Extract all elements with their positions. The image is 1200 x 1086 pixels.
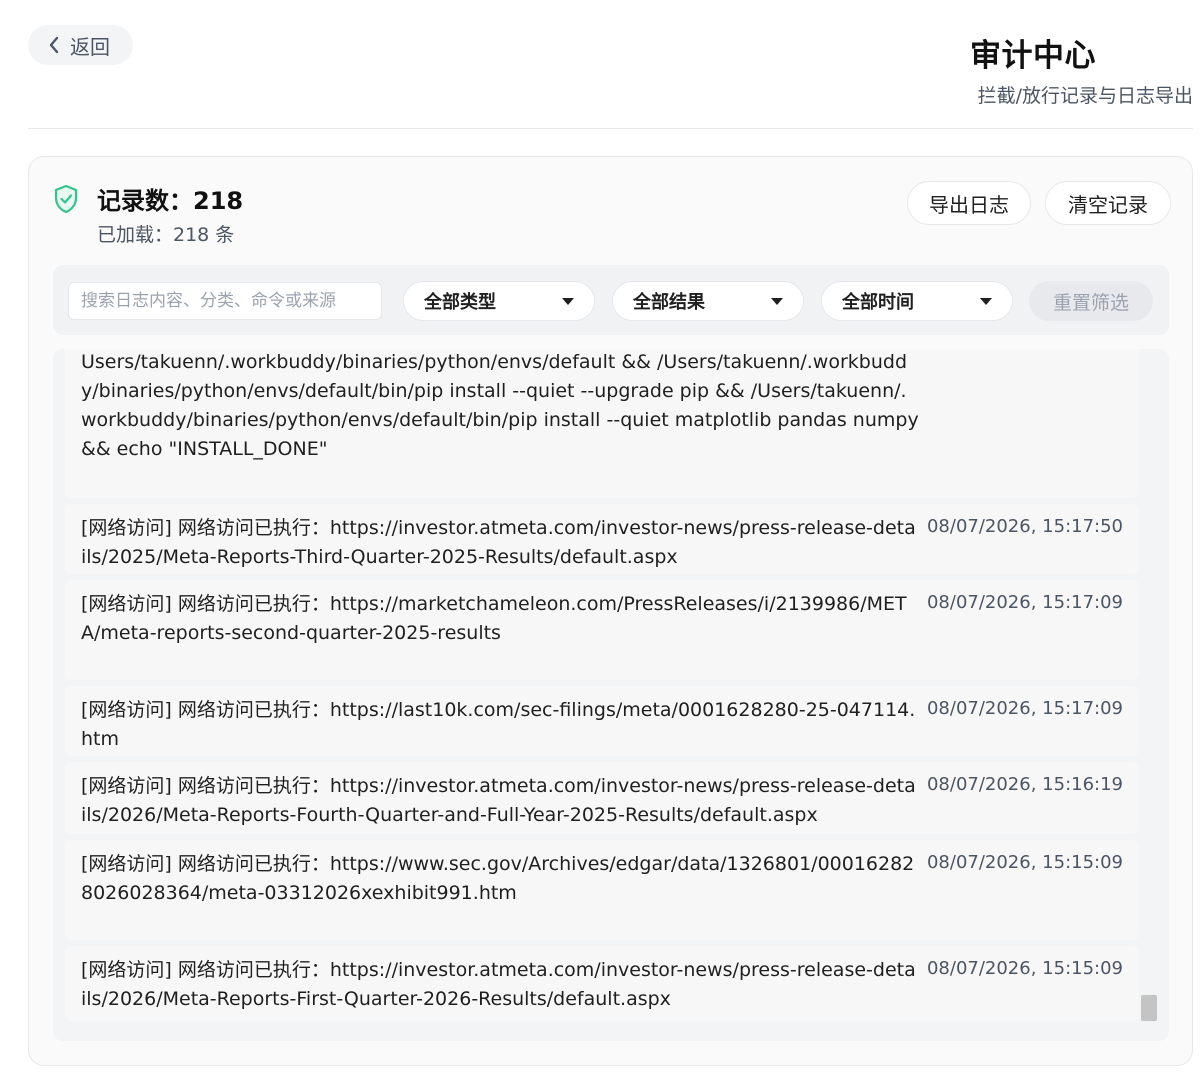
header-divider	[28, 128, 1193, 129]
log-item[interactable]: [网络访问] 网络访问已执行：https://last10k.com/sec-f…	[65, 686, 1139, 756]
log-text: [网络访问] 网络访问已执行：https://investor.atmeta.c…	[81, 775, 916, 826]
clear-records-button[interactable]: 清空记录	[1045, 181, 1171, 225]
scrollbar-thumb[interactable]	[1141, 995, 1157, 1021]
shield-check-icon	[53, 184, 79, 214]
time-filter-select[interactable]: 全部时间	[821, 281, 1013, 321]
caret-down-icon	[980, 297, 992, 305]
log-time: 08/07/2026, 15:17:09	[926, 698, 1123, 719]
audit-panel: 记录数：218 已加载：218 条 导出日志 清空记录 全部类型 全部结果 全部…	[28, 156, 1193, 1066]
log-time: 08/07/2026, 15:17:50	[926, 516, 1123, 537]
filter-bar: 全部类型 全部结果 全部时间 重置筛选	[53, 265, 1169, 335]
search-input[interactable]	[68, 282, 382, 320]
export-log-button[interactable]: 导出日志	[907, 181, 1031, 225]
log-text: [网络访问] 网络访问已执行：https://investor.atmeta.c…	[81, 959, 916, 1010]
back-button[interactable]: 返回	[28, 25, 133, 65]
log-item[interactable]: [网络访问] 网络访问已执行：https://www.sec.gov/Archi…	[65, 840, 1139, 940]
caret-down-icon	[771, 297, 783, 305]
log-text: [网络访问] 网络访问已执行：https://last10k.com/sec-f…	[81, 699, 916, 750]
time-filter-value: 全部时间	[842, 292, 914, 313]
type-filter-value: 全部类型	[424, 292, 496, 313]
page-subtitle: 拦截/放行记录与日志导出	[977, 85, 1193, 107]
audit-center-page: 返回 审计中心 拦截/放行记录与日志导出 记录数：218 已加载：218 条 导…	[0, 0, 1200, 1086]
log-item[interactable]: 令：/Users/takuenn/.workbuddy/binaries/pyt…	[65, 349, 1139, 498]
log-time: 08/07/2026, 15:15:09	[926, 852, 1123, 873]
type-filter-select[interactable]: 全部类型	[403, 281, 595, 321]
chevron-left-icon	[48, 36, 60, 54]
log-text: [网络访问] 网络访问已执行：https://investor.atmeta.c…	[81, 517, 916, 568]
result-filter-select[interactable]: 全部结果	[612, 281, 804, 321]
log-text: [网络访问] 网络访问已执行：https://marketchameleon.c…	[81, 593, 907, 644]
log-item[interactable]: [网络访问] 网络访问已执行：https://investor.atmeta.c…	[65, 946, 1139, 1021]
log-item[interactable]: [网络访问] 网络访问已执行：https://marketchameleon.c…	[65, 580, 1139, 680]
log-item[interactable]: [网络访问] 网络访问已执行：https://investor.atmeta.c…	[65, 504, 1139, 574]
reset-filters-button[interactable]: 重置筛选	[1029, 281, 1153, 321]
page-title: 审计中心	[970, 38, 1096, 74]
log-time: 08/07/2026, 15:15:09	[926, 958, 1123, 979]
caret-down-icon	[562, 297, 574, 305]
log-time: 08/07/2026, 15:16:19	[926, 774, 1123, 795]
result-filter-value: 全部结果	[633, 292, 705, 313]
log-text: 令：/Users/takuenn/.workbuddy/binaries/pyt…	[81, 351, 919, 460]
record-count: 记录数：218	[97, 187, 244, 215]
log-item[interactable]: [网络访问] 网络访问已执行：https://investor.atmeta.c…	[65, 762, 1139, 834]
back-label: 返回	[70, 34, 110, 59]
log-list[interactable]: 令：/Users/takuenn/.workbuddy/binaries/pyt…	[53, 349, 1169, 1041]
loaded-count: 已加载：218 条	[97, 224, 235, 246]
log-text: [网络访问] 网络访问已执行：https://www.sec.gov/Archi…	[81, 853, 915, 904]
log-time: 08/07/2026, 15:17:09	[926, 592, 1123, 613]
